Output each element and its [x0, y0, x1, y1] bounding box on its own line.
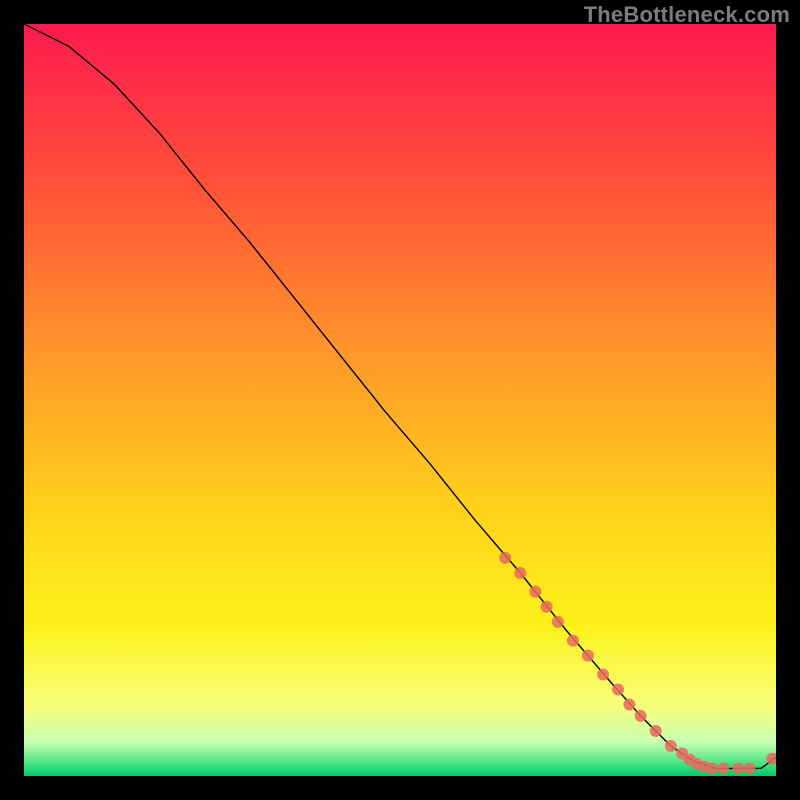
chart-frame: TheBottleneck.com [0, 0, 800, 800]
marker-point [623, 699, 635, 711]
gradient-background [24, 24, 776, 776]
marker-point [597, 668, 609, 680]
marker-point [717, 762, 729, 774]
marker-point [541, 601, 553, 613]
chart-svg [24, 24, 776, 776]
marker-point [552, 616, 564, 628]
marker-point [529, 586, 541, 598]
marker-point [567, 635, 579, 647]
marker-point [514, 567, 526, 579]
marker-point [665, 740, 677, 752]
marker-point [582, 650, 594, 662]
marker-point [650, 725, 662, 737]
marker-point [635, 710, 647, 722]
marker-point [744, 762, 756, 774]
marker-point [499, 552, 511, 564]
marker-point [732, 762, 744, 774]
marker-point [706, 762, 718, 774]
plot-area [24, 24, 776, 776]
marker-point [612, 684, 624, 696]
